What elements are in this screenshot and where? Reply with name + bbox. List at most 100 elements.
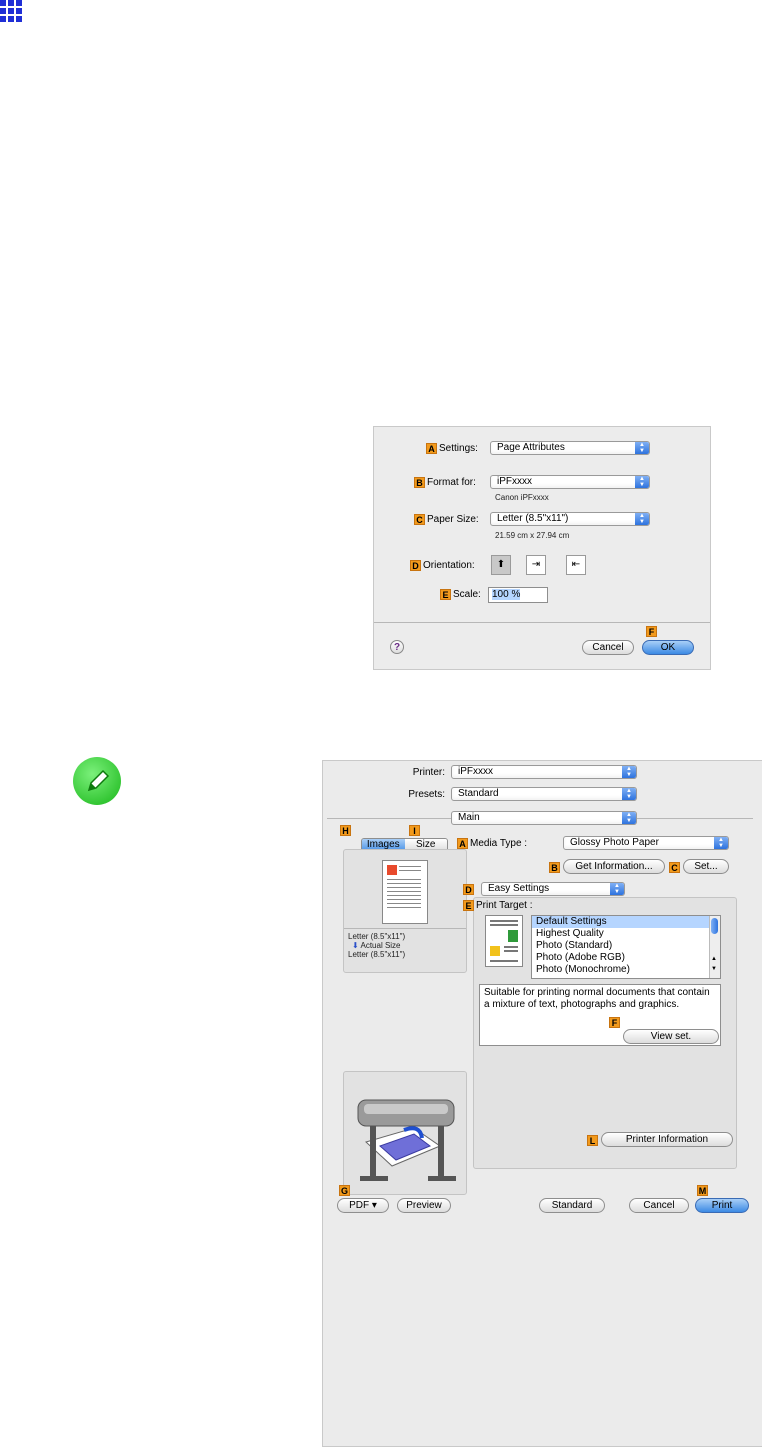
print-dialog: Printer: iPFxxxx ▲ ▼ Presets: Standard ▲ ▼… (322, 760, 762, 1447)
thumbnail-sun-icon (490, 946, 500, 956)
list-item[interactable]: Default Settings (532, 916, 720, 928)
printer-value: iPFxxxx (458, 766, 493, 777)
callout-badge-a: A (457, 838, 468, 849)
orientation-label: Orientation: (423, 560, 475, 572)
landscape-left-icon: ⇥ (531, 559, 541, 570)
print-target-list[interactable]: Default Settings Highest Quality Photo (… (531, 915, 721, 979)
paper-size-subtitle: 21.59 cm x 27.94 cm (495, 531, 570, 540)
list-item[interactable]: Highest Quality (532, 928, 720, 940)
portrait-icon: ⬆ (496, 559, 506, 570)
orientation-landscape-right-button[interactable]: ⇤ (566, 555, 586, 575)
format-subtitle: Canon iPFxxxx (495, 493, 549, 502)
callout-badge-b: B (414, 477, 425, 488)
cancel-button[interactable]: Cancel (629, 1198, 689, 1213)
ok-button[interactable]: OK (642, 640, 694, 655)
printer-information-button[interactable]: Printer Information (601, 1132, 733, 1147)
panel-popup[interactable]: Main ▲ ▼ (451, 811, 637, 825)
landscape-right-icon: ⇤ (571, 559, 581, 570)
grid-icon (0, 0, 30, 30)
paper-size-label: Paper Size: (427, 514, 479, 526)
separator (374, 622, 710, 623)
callout-badge-l: L (587, 1135, 598, 1146)
paper-label-row: C Paper Size: (414, 514, 479, 525)
pencil-glyph-icon (87, 769, 110, 792)
mode-popup[interactable]: Easy Settings ▲ ▼ (481, 882, 625, 896)
popup-arrows-icon: ▲ ▼ (622, 788, 636, 800)
callout-badge-c: C (414, 514, 425, 525)
scroll-down-icon[interactable]: ▼ (711, 966, 717, 972)
scroll-up-icon[interactable]: ▲ (711, 956, 717, 962)
format-label-row: B Format for: (414, 477, 476, 488)
scrollbar-thumb[interactable] (711, 918, 718, 934)
printer-illustration-panel (343, 1071, 467, 1195)
orientation-portrait-button[interactable]: ⬆ (491, 555, 511, 575)
preview-button[interactable]: Preview (397, 1198, 451, 1213)
list-item[interactable]: Photo (Monochrome) (532, 964, 720, 976)
popup-arrows-icon: ▲ ▼ (635, 442, 649, 454)
print-button[interactable]: Print (695, 1198, 749, 1213)
settings-label-row: A Settings: (426, 443, 478, 454)
preview-scale-text: Actual Size (360, 941, 401, 950)
thumbnail-image-icon (387, 865, 397, 875)
callout-badge-d: D (410, 560, 421, 571)
callout-badge-d: D (463, 884, 474, 895)
target-preview-thumbnail (485, 915, 523, 967)
popup-arrows-icon: ▲ ▼ (622, 812, 636, 824)
panel-value: Main (458, 812, 480, 823)
list-item[interactable]: Photo (Adobe RGB) (532, 952, 720, 964)
page-thumbnail (382, 860, 428, 924)
help-button[interactable]: ? (390, 640, 404, 654)
settings-value: Page Attributes (497, 442, 565, 453)
printer-label: Printer: (412, 767, 445, 778)
media-type-popup[interactable]: Glossy Photo Paper ▲ ▼ (563, 836, 729, 850)
list-scrollbar[interactable]: ▲ ▼ (709, 916, 720, 978)
callout-badge-h: H (340, 825, 351, 836)
media-type-label-row: A Media Type : (457, 838, 527, 849)
view-set-button[interactable]: View set. (623, 1029, 719, 1044)
settings-popup[interactable]: Page Attributes ▲ ▼ (490, 441, 650, 455)
print-target-label-row: E Print Target : (463, 900, 533, 911)
popup-arrows-icon: ▲ ▼ (622, 766, 636, 778)
popup-arrows-icon: ▲ ▼ (635, 476, 649, 488)
orientation-label-row: D Orientation: (410, 560, 475, 571)
callout-badge-g: G (339, 1185, 350, 1196)
orientation-landscape-left-button[interactable]: ⇥ (526, 555, 546, 575)
scale-value: 100 % (492, 589, 521, 600)
popup-arrows-icon: ▲ ▼ (610, 883, 624, 895)
media-type-label: Media Type : (470, 838, 528, 850)
scale-field[interactable]: 100 % (488, 587, 548, 603)
down-arrow-icon: ⬇ (352, 941, 359, 950)
callout-badge-a: A (426, 443, 437, 454)
format-label: Format for: (427, 477, 476, 489)
callout-badge-c: C (669, 862, 680, 873)
preview-output-text: Letter (8.5"x11") (348, 950, 406, 959)
page-setup-dialog: A Settings: Page Attributes ▲ ▼ B Format fo… (373, 426, 711, 670)
popup-arrows-icon: ▲ ▼ (714, 837, 728, 849)
printer-popup[interactable]: iPFxxxx ▲ ▼ (451, 765, 637, 779)
cancel-button[interactable]: Cancel (582, 640, 634, 655)
presets-value: Standard (458, 788, 499, 799)
print-target-label: Print Target : (476, 900, 533, 912)
pencil-note-icon (73, 757, 121, 805)
standard-button[interactable]: Standard (539, 1198, 605, 1213)
mode-value: Easy Settings (488, 883, 550, 894)
media-type-value: Glossy Photo Paper (570, 837, 659, 848)
scale-label-row: E Scale: (440, 589, 481, 600)
scale-label: Scale: (453, 589, 481, 601)
callout-badge-e: E (440, 589, 451, 600)
preview-scale-row: ⬇ Actual Size (352, 941, 401, 950)
page-preview-panel: Letter (8.5"x11") ⬇ Actual Size Letter (… (343, 849, 467, 973)
preview-size-text: Letter (8.5"x11") (348, 932, 406, 941)
list-item[interactable]: Photo (Standard) (532, 940, 720, 952)
format-for-popup[interactable]: iPFxxxx ▲ ▼ (490, 475, 650, 489)
callout-badge-e: E (463, 900, 474, 911)
get-information-button[interactable]: Get Information... (563, 859, 665, 874)
pdf-button[interactable]: PDF ▾ (337, 1198, 389, 1213)
presets-label: Presets: (408, 789, 445, 800)
paper-size-value: Letter (8.5"x11") (497, 513, 569, 524)
paper-size-popup[interactable]: Letter (8.5"x11") ▲ ▼ (490, 512, 650, 526)
callout-badge-i: I (409, 825, 420, 836)
set-button[interactable]: Set... (683, 859, 729, 874)
callout-badge-f: F (646, 626, 657, 637)
presets-popup[interactable]: Standard ▲ ▼ (451, 787, 637, 801)
